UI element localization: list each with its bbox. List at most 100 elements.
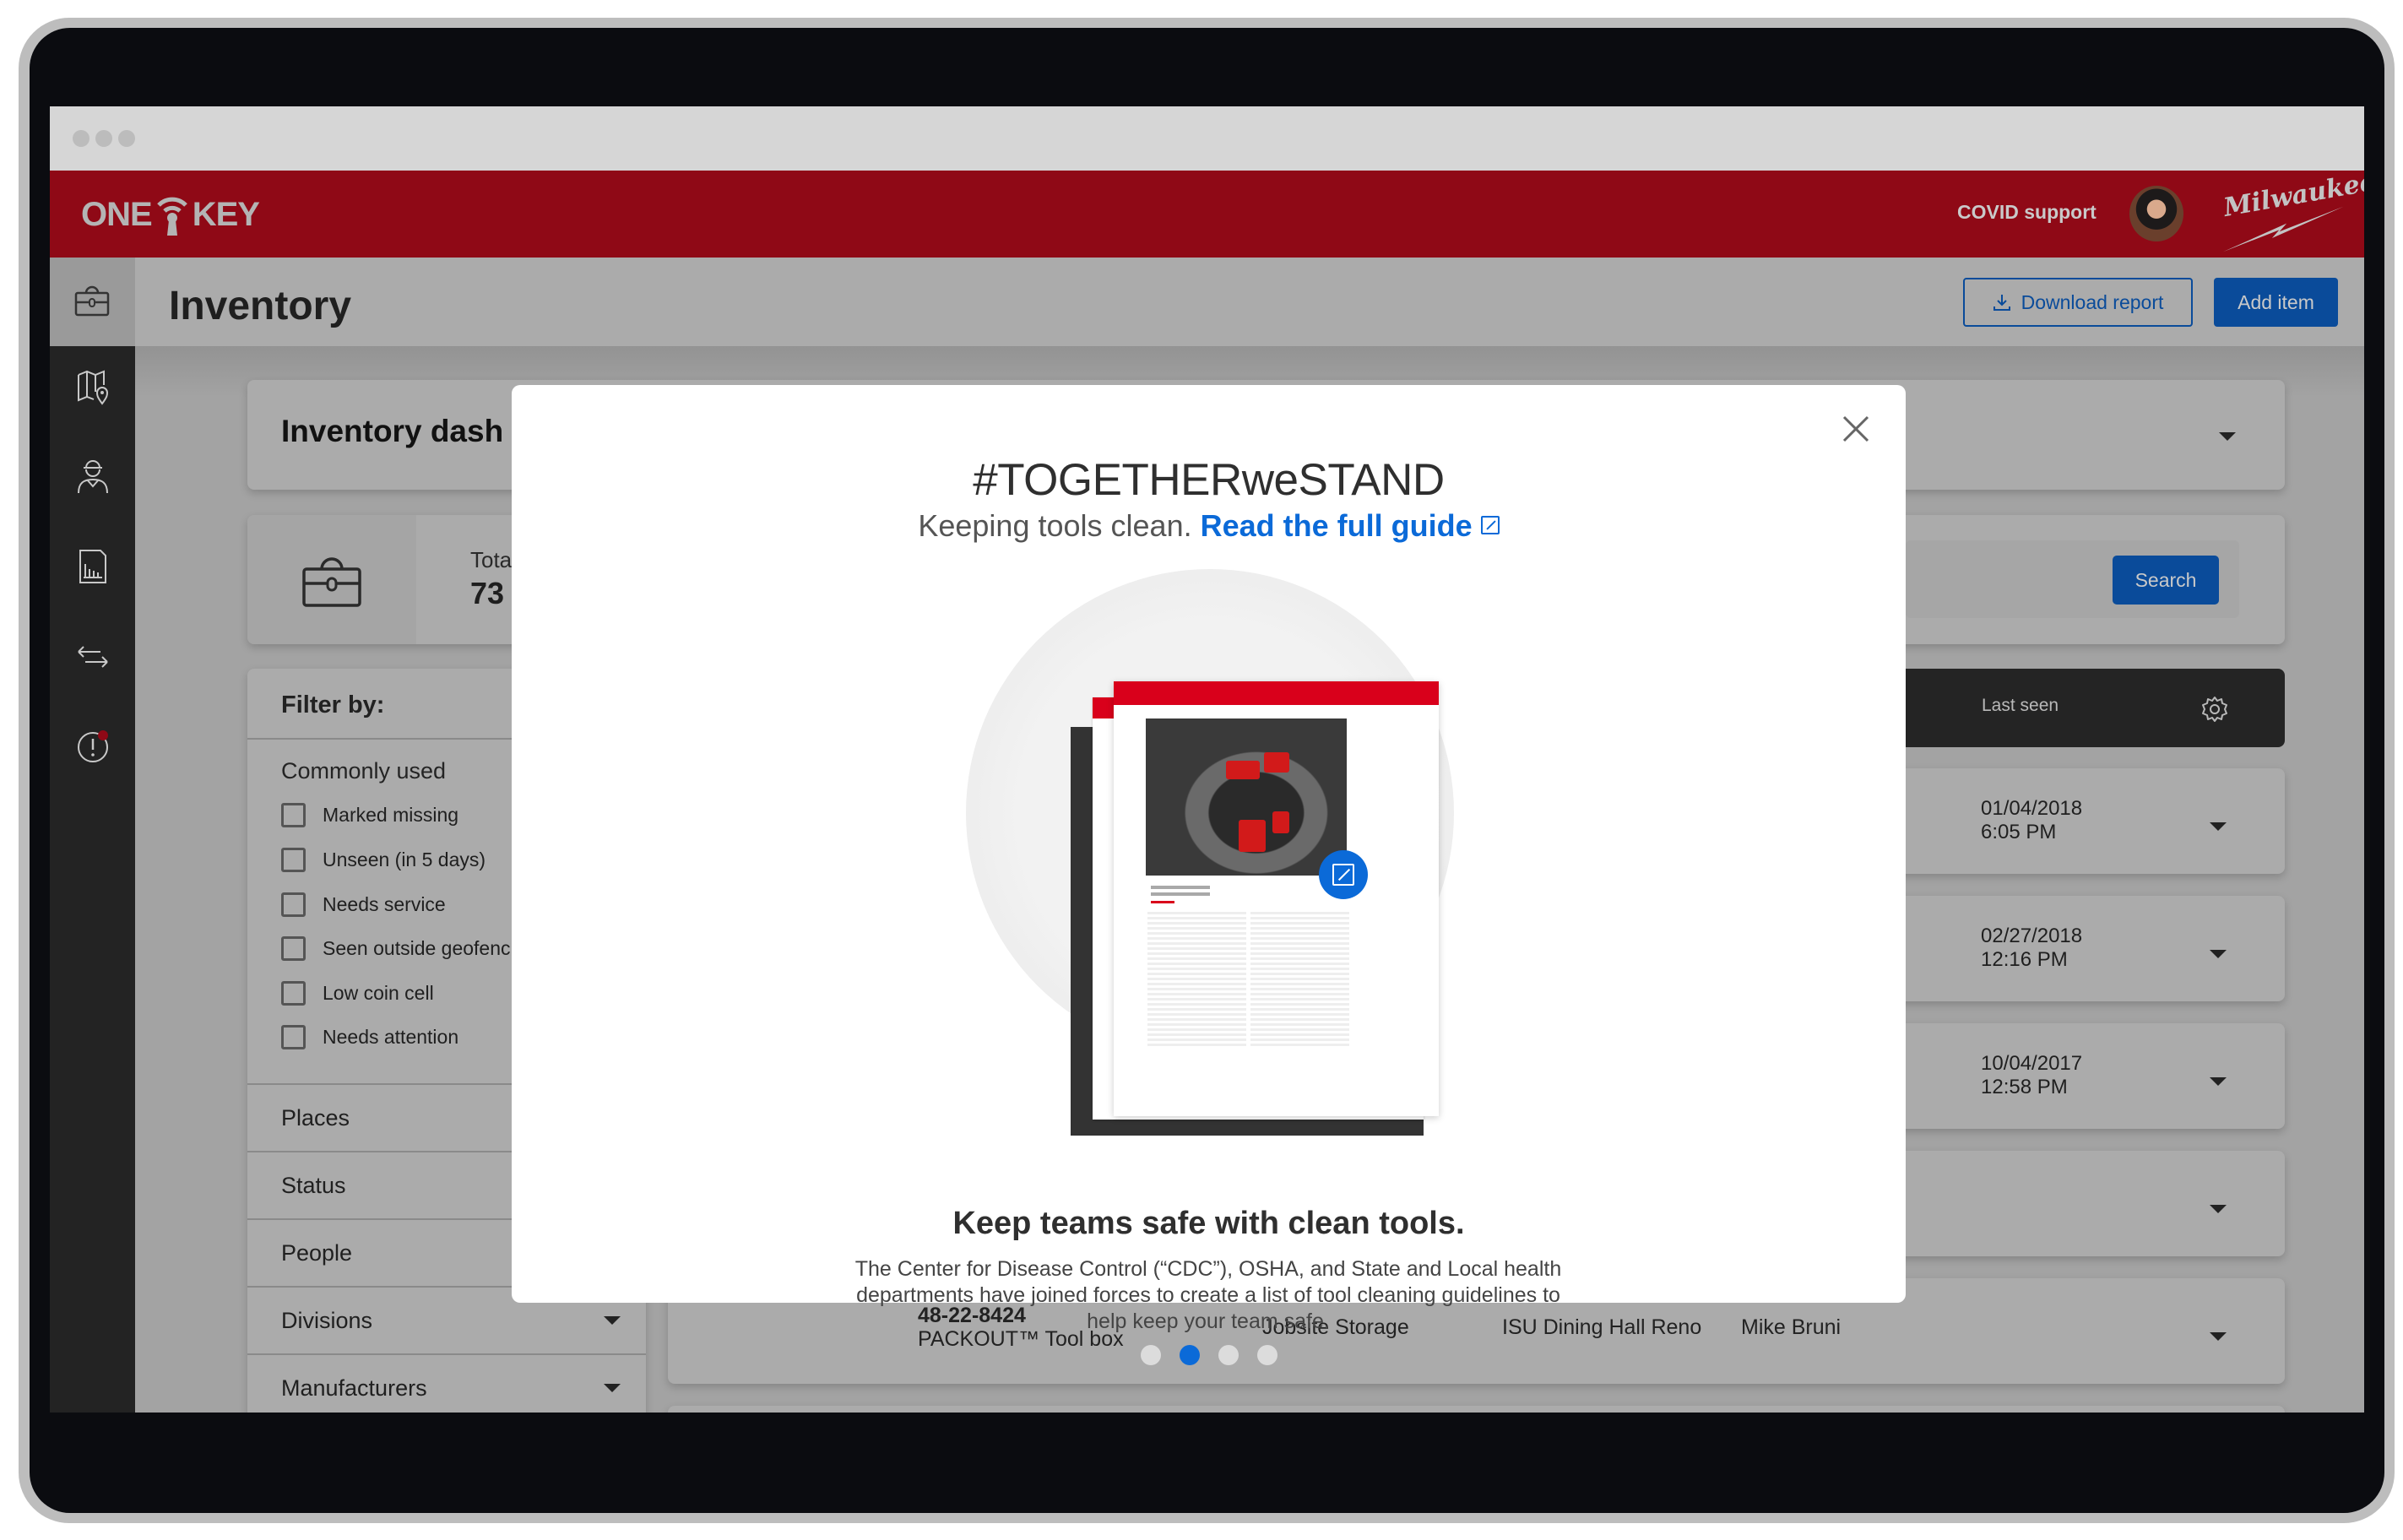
row-expand-icon[interactable]	[2210, 822, 2227, 831]
add-item-button[interactable]: Add item	[2214, 278, 2338, 327]
pagination-dot[interactable]	[1218, 1345, 1239, 1365]
download-report-button[interactable]: Download report	[1963, 278, 2193, 327]
browser-chrome	[50, 106, 2364, 171]
sidebar-item-inventory[interactable]	[50, 258, 135, 346]
sidebar	[50, 346, 135, 1413]
row-person: Mike Bruni	[1741, 1315, 1842, 1339]
checkbox-label: Low coin cell	[323, 981, 434, 1004]
modal-subtitle-text: Keeping tools clean.	[918, 508, 1192, 543]
external-link-icon[interactable]	[1480, 516, 1500, 535]
row-expand-icon[interactable]	[2210, 950, 2227, 958]
alert-icon	[78, 730, 108, 762]
row-time: 6:05 PM	[1981, 821, 2057, 843]
document-column	[1250, 912, 1349, 1047]
filter-section-label: Divisions	[281, 1308, 373, 1333]
search-button[interactable]: Search	[2113, 556, 2219, 605]
filter-checkbox-needs-service[interactable]: Needs service	[281, 892, 446, 917]
checkbox-label: Unseen (in 5 days)	[323, 848, 486, 870]
user-avatar[interactable]	[2129, 186, 2183, 241]
document-accent-line	[1151, 901, 1174, 903]
gear-icon[interactable]	[2200, 695, 2229, 724]
covid-support-link[interactable]: COVID support	[1957, 201, 2097, 224]
modal-title: #TOGETHERweSTAND	[973, 455, 1445, 505]
stats-total-value: 73	[470, 576, 505, 610]
checkbox-label: Marked missing	[323, 803, 459, 826]
filter-section-label: Places	[281, 1105, 350, 1131]
stats-icon-box	[247, 515, 416, 644]
row-last-seen: 01/04/2018 6:05 PM	[1981, 797, 2082, 844]
onekey-logo[interactable]: ONE KEY	[81, 192, 260, 238]
external-link-icon	[1332, 864, 1354, 886]
chevron-down-icon[interactable]	[2219, 432, 2236, 441]
pagination-dot-active[interactable]	[1179, 1345, 1200, 1365]
modal-body-text: The Center for Disease Control (“CDC”), …	[854, 1257, 1562, 1333]
filter-section-label: People	[281, 1240, 353, 1266]
checkbox[interactable]	[281, 1024, 306, 1049]
row-date: 01/04/2018	[1981, 797, 2083, 820]
chevron-down-icon[interactable]	[604, 1384, 621, 1392]
row-date: 10/04/2017	[1981, 1052, 2083, 1075]
logo-text-key: KEY	[192, 196, 260, 233]
checkbox-label: Needs attention	[323, 1025, 459, 1048]
checkbox[interactable]	[281, 935, 306, 961]
checkbox[interactable]	[281, 802, 306, 827]
row-last-seen: 10/04/2017 12:58 PM	[1981, 1052, 2082, 1099]
row-expand-icon[interactable]	[2210, 1205, 2227, 1213]
keyhole-wifi-icon	[154, 192, 191, 238]
checkbox[interactable]	[281, 847, 306, 872]
row-expand-icon[interactable]	[2210, 1077, 2227, 1086]
covid-guide-modal: #TOGETHERweSTAND Keeping tools clean. Re…	[512, 385, 1906, 1365]
filter-checkbox-needs-attention[interactable]: Needs attention	[281, 1024, 458, 1049]
toolbox-icon	[302, 557, 361, 607]
window-maximize-dot[interactable]	[118, 130, 135, 147]
stats-total-label: Tota	[470, 547, 513, 572]
checkbox[interactable]	[281, 980, 306, 1006]
filter-section-label: Manufacturers	[281, 1375, 427, 1401]
document-column	[1147, 912, 1246, 1047]
document-text-line	[1151, 892, 1210, 896]
column-header-last-seen[interactable]: Last seen	[1982, 696, 2059, 716]
chevron-down-icon[interactable]	[604, 1316, 621, 1325]
checkbox[interactable]	[281, 892, 306, 917]
window-minimize-dot[interactable]	[95, 130, 112, 147]
toolbox-icon	[74, 285, 110, 317]
filter-checkbox-unseen[interactable]: Unseen (in 5 days)	[281, 847, 485, 872]
modal-subtitle: Keeping tools clean. Read the full guide	[512, 508, 1906, 544]
checkbox-label: Seen outside geofenc	[323, 936, 511, 959]
pagination-dot[interactable]	[1256, 1345, 1277, 1365]
table-row[interactable]	[668, 1406, 2285, 1413]
filter-title: Filter by:	[281, 691, 385, 718]
row-last-seen: 02/27/2018 12:16 PM	[1981, 925, 2082, 972]
row-expand-icon[interactable]	[2210, 1332, 2227, 1341]
filter-checkbox-low-coin-cell[interactable]: Low coin cell	[281, 980, 434, 1006]
row-date: 02/27/2018	[1981, 925, 2083, 947]
row-time: 12:16 PM	[1981, 948, 2068, 971]
row-time: 12:58 PM	[1981, 1076, 2068, 1098]
sidebar-item-reports[interactable]	[72, 545, 114, 588]
worker-icon	[78, 460, 108, 494]
tool-cart-photo	[1146, 718, 1347, 876]
app-header: ONE KEY COVID support Milwaukee	[50, 167, 2364, 258]
report-chart-icon	[79, 550, 106, 583]
open-guide-button[interactable]	[1319, 850, 1368, 899]
modal-heading: Keep teams safe with clean tools.	[952, 1206, 1465, 1241]
filter-section-label: Status	[281, 1173, 346, 1198]
document-header-bar	[1114, 681, 1439, 705]
logo-text-one: ONE	[81, 196, 153, 233]
milwaukee-logo: Milwaukee	[2221, 167, 2364, 254]
page-title: Inventory	[169, 284, 352, 328]
sidebar-item-people[interactable]	[72, 456, 114, 498]
sidebar-item-map[interactable]	[72, 366, 114, 409]
filter-checkbox-outside-geofence[interactable]: Seen outside geofenc	[281, 935, 511, 961]
browser-window: ONE KEY COVID support Milwaukee Inventor…	[50, 106, 2364, 1413]
close-icon[interactable]	[1841, 414, 1871, 444]
read-full-guide-link[interactable]: Read the full guide	[1201, 508, 1473, 543]
carousel-pagination	[512, 1345, 1906, 1365]
download-icon	[1993, 295, 2010, 311]
pagination-dot[interactable]	[1140, 1345, 1161, 1365]
map-pin-icon	[78, 370, 109, 405]
sidebar-item-alerts[interactable]	[72, 724, 114, 767]
sidebar-item-transfers[interactable]	[72, 635, 114, 677]
filter-checkbox-marked-missing[interactable]: Marked missing	[281, 802, 458, 827]
window-close-dot[interactable]	[73, 130, 90, 147]
